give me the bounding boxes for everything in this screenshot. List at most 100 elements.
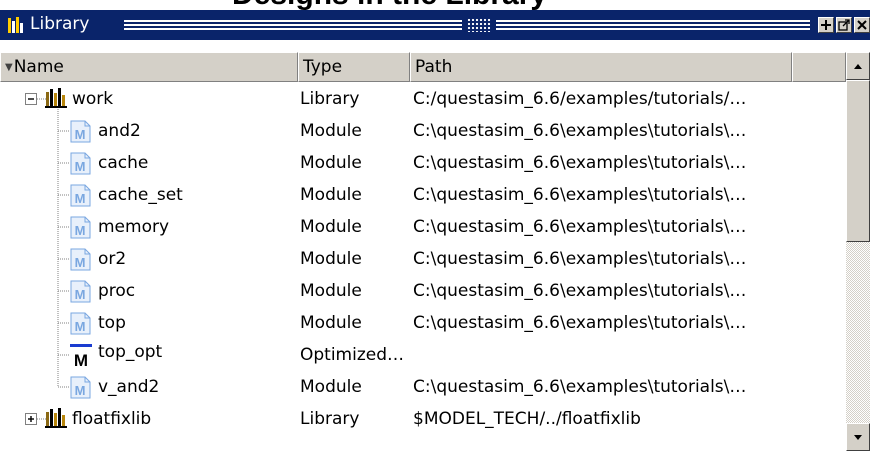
module-icon: M: [70, 248, 91, 271]
row-name-cell: Mand2: [0, 115, 296, 147]
row-name-cell: Mv_and2: [0, 371, 296, 403]
plus-icon: [821, 20, 831, 30]
scroll-up-button[interactable]: [846, 52, 870, 80]
row-path: C:\questasim_6.6\examples\tutorials\…: [413, 121, 747, 141]
clipped-page-heading-strip: Designs in the Library: [0, 0, 870, 10]
row-name-cell: floatfixlib: [0, 403, 296, 435]
row-name: top: [98, 313, 126, 333]
module-icon: M: [70, 312, 91, 335]
scrollbar-thumb[interactable]: [846, 80, 870, 242]
module-icon: M: [70, 152, 91, 175]
row-path: C:\questasim_6.6\examples\tutorials\…: [413, 249, 747, 269]
row-path: C:\questasim_6.6\examples\tutorials\…: [413, 185, 747, 205]
table-row[interactable]: floatfixlib Library $MODEL_TECH/../floatfi…: [0, 403, 846, 435]
titlebar-drag-handle[interactable]: [467, 18, 491, 32]
svg-text:M: M: [75, 159, 86, 174]
row-name-cell: Mmemory: [0, 211, 296, 243]
column-header-name[interactable]: ▼Name: [0, 52, 298, 82]
row-type: Module: [300, 281, 362, 301]
undock-icon: [838, 19, 850, 31]
arrow-down-icon: [854, 435, 862, 440]
arrow-up-icon: [854, 64, 862, 69]
row-name: work: [72, 89, 114, 109]
svg-text:M: M: [75, 255, 86, 270]
row-name: proc: [98, 281, 136, 301]
row-name: cache: [98, 153, 149, 173]
column-header-extra[interactable]: [792, 52, 846, 82]
svg-text:M: M: [75, 287, 86, 302]
svg-text:M: M: [75, 319, 86, 334]
row-path: [413, 339, 843, 371]
table-row[interactable]: Mcache Module C:\questasim_6.6\examples\tu…: [0, 147, 846, 179]
module-icon: M: [70, 184, 91, 207]
row-type: Module: [300, 377, 362, 397]
table-row[interactable]: Mcache_set Module C:\questasim_6.6\example…: [0, 179, 846, 211]
table-row[interactable]: Mmemory Module C:\questasim_6.6\examples\t…: [0, 211, 846, 243]
close-icon: [857, 20, 867, 30]
row-type: Module: [300, 153, 362, 173]
library-tree: work Library C:/questasim_6.6/examples/tut…: [0, 83, 846, 451]
table-row[interactable]: Mproc Module C:\questasim_6.6\examples\tut…: [0, 275, 846, 307]
svg-text:M: M: [75, 191, 86, 206]
row-path: C:/questasim_6.6/examples/tutorials/…: [413, 89, 747, 109]
row-path: C:\questasim_6.6\examples\tutorials\…: [413, 377, 747, 397]
table-row[interactable]: work Library C:/questasim_6.6/examples/tut…: [0, 83, 846, 115]
scroll-down-button[interactable]: [846, 423, 870, 451]
svg-text:M: M: [74, 351, 88, 370]
row-name: and2: [98, 121, 141, 141]
table-row[interactable]: Mtop Module C:\questasim_6.6\examples\tuto…: [0, 307, 846, 339]
row-path: C:\questasim_6.6\examples\tutorials\…: [413, 281, 747, 301]
svg-text:M: M: [75, 383, 86, 398]
row-name-cell: Mproc: [0, 275, 296, 307]
row-name: or2: [98, 249, 127, 269]
row-name-cell: Mtop_opt: [0, 339, 296, 371]
module-icon: M: [70, 120, 91, 143]
column-header: ▼Name Type Path: [0, 52, 846, 82]
row-type: Module: [300, 249, 362, 269]
table-row[interactable]: Mand2 Module C:\questasim_6.6\examples\tut…: [0, 115, 846, 147]
row-type: Library: [300, 409, 360, 429]
library-icon: [45, 408, 67, 428]
row-name: cache_set: [98, 185, 183, 205]
library-books-icon: [8, 17, 23, 33]
library-window-titlebar[interactable]: Library: [0, 10, 870, 40]
window-title: Library: [30, 14, 90, 34]
row-name-cell: Mtop: [0, 307, 296, 339]
table-row[interactable]: Mtop_opt Optimized…: [0, 339, 846, 371]
row-type: Optimized…: [300, 345, 405, 365]
svg-text:M: M: [75, 127, 86, 142]
row-name-cell: Mcache: [0, 147, 296, 179]
row-path: C:\questasim_6.6\examples\tutorials\…: [413, 153, 747, 173]
module-icon: M: [70, 280, 91, 303]
svg-text:M: M: [75, 223, 86, 238]
row-type: Module: [300, 217, 362, 237]
row-type: Module: [300, 313, 362, 333]
row-type: Module: [300, 121, 362, 141]
add-pane-button[interactable]: [818, 17, 834, 33]
row-path: C:\questasim_6.6\examples\tutorials\…: [413, 217, 747, 237]
module-icon: M: [70, 216, 91, 239]
titlebar-grip-left[interactable]: [124, 19, 462, 31]
row-type: Module: [300, 185, 362, 205]
row-path: $MODEL_TECH/../floatfixlib: [413, 409, 641, 429]
module-icon: M: [70, 376, 91, 399]
sort-down-icon: ▼: [5, 62, 13, 73]
optimized-module-icon: M: [70, 344, 92, 370]
row-name-cell: Mcache_set: [0, 179, 296, 211]
titlebar-grip-right[interactable]: [496, 19, 810, 31]
column-header-type[interactable]: Type: [298, 52, 410, 82]
table-row[interactable]: Mor2 Module C:\questasim_6.6\examples\tuto…: [0, 243, 846, 275]
row-name-cell: Mor2: [0, 243, 296, 275]
table-row[interactable]: Mv_and2 Module C:\questasim_6.6\examples\t…: [0, 371, 846, 403]
row-name: memory: [98, 217, 170, 237]
row-type: Library: [300, 89, 360, 109]
library-icon: [45, 88, 67, 108]
row-name: floatfixlib: [72, 409, 152, 429]
column-header-path[interactable]: Path: [410, 52, 792, 82]
vertical-scrollbar[interactable]: [846, 52, 870, 451]
undock-button[interactable]: [836, 17, 852, 33]
row-name-cell: work: [0, 83, 296, 115]
row-path: C:\questasim_6.6\examples\tutorials\…: [413, 313, 747, 333]
close-pane-button[interactable]: [854, 17, 870, 33]
row-name: top_opt: [98, 342, 163, 362]
